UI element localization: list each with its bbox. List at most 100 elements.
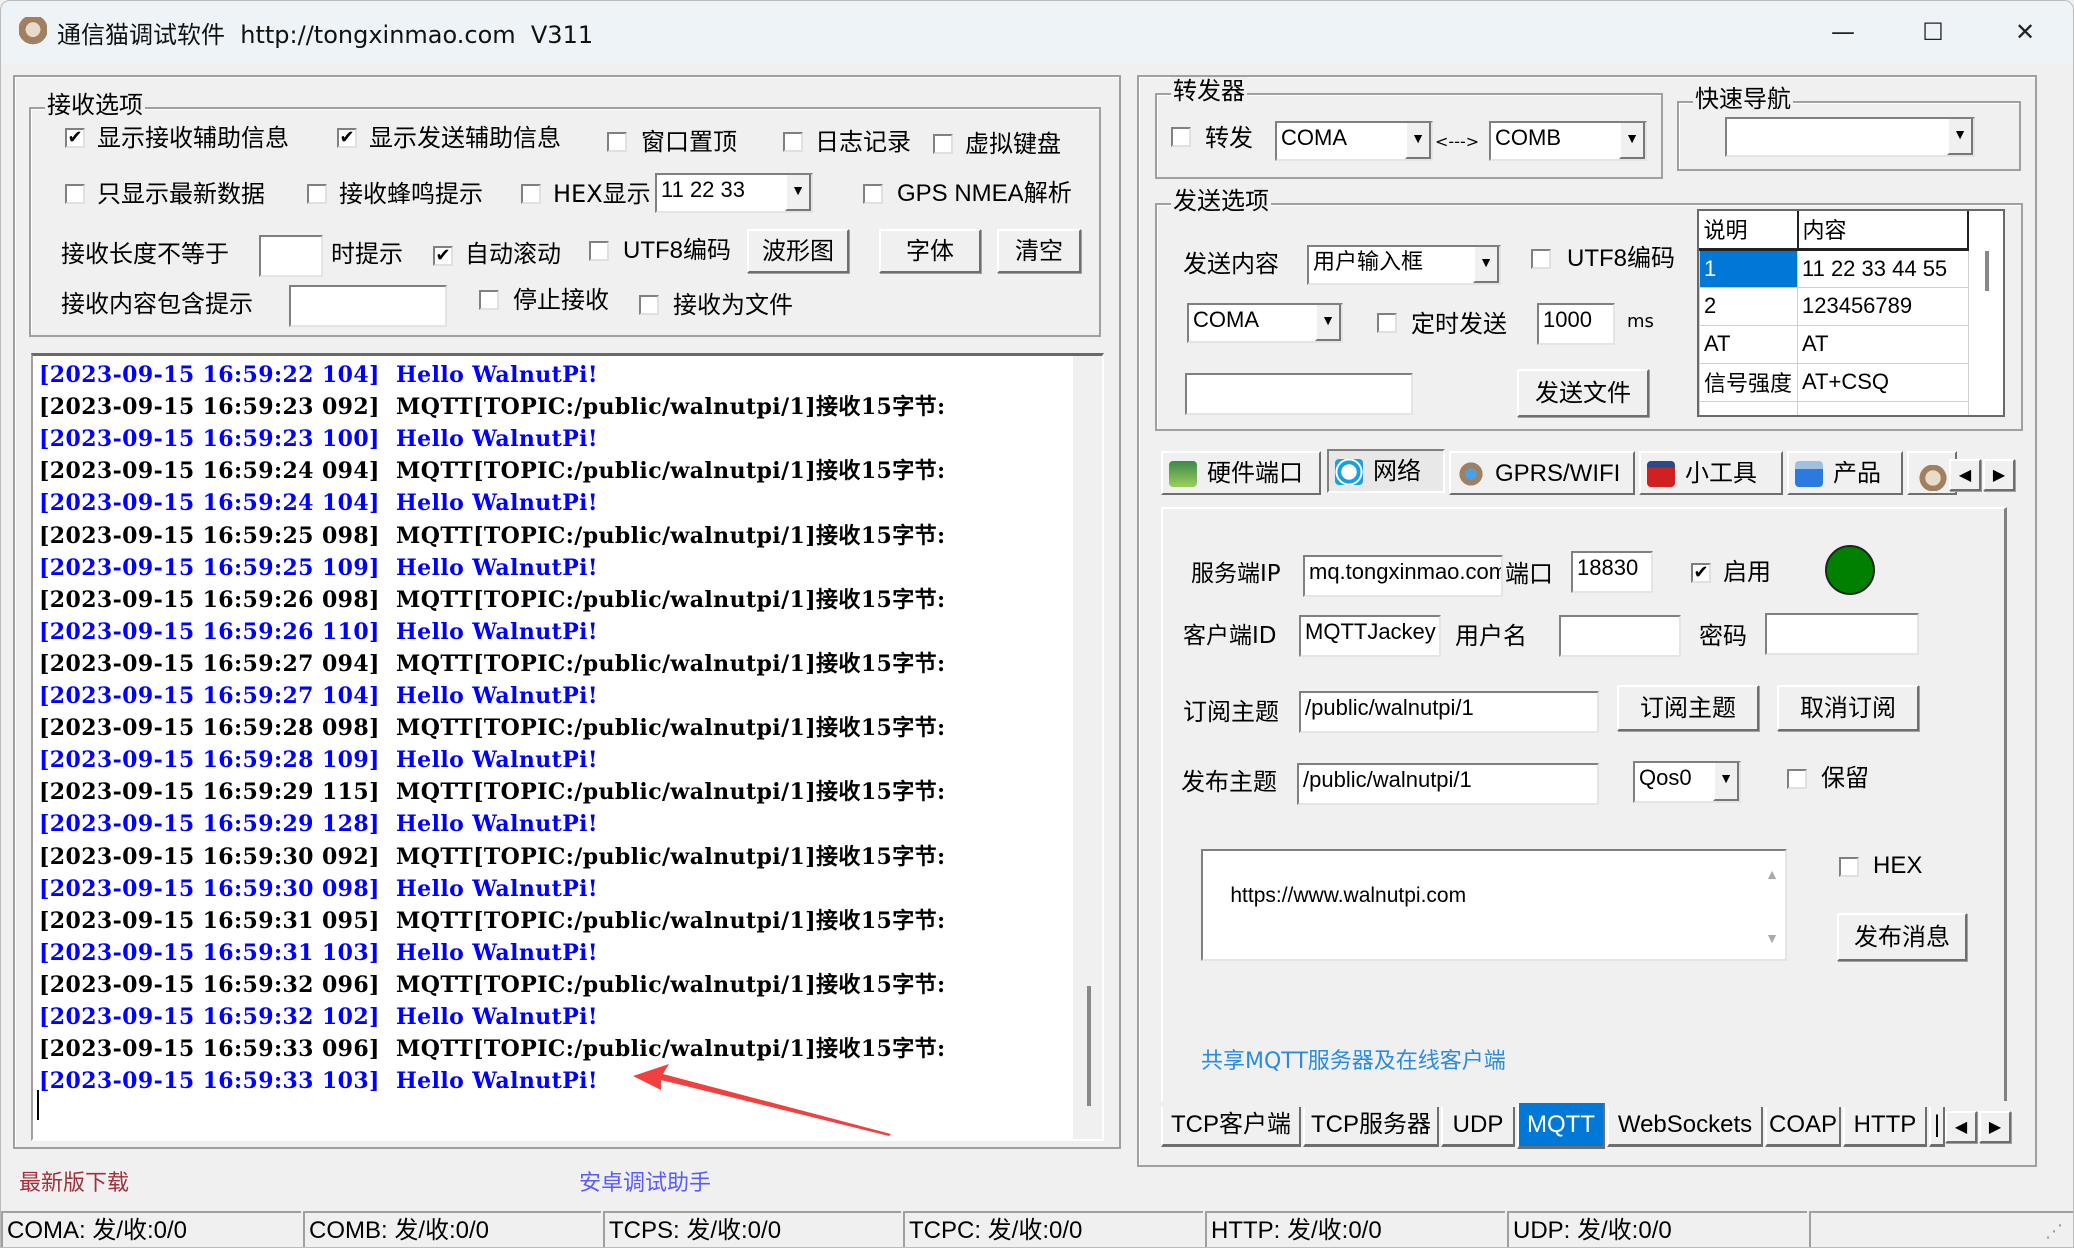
subscribe-topic-input[interactable]: /public/walnutpi/1 [1299, 691, 1599, 733]
send-file-button[interactable]: 发送文件 [1517, 369, 1649, 417]
command-desc-cell[interactable] [1699, 400, 1798, 415]
show-recv-info-checkbox[interactable]: ✔ [65, 128, 85, 148]
qos-select[interactable]: Qos0 ▼ [1633, 761, 1741, 803]
tab-hardware-card[interactable]: 硬件端口 [1161, 451, 1321, 495]
command-table-row[interactable]: 信号强度 AT+CSQ [1699, 362, 1969, 402]
window-topmost-checkbox[interactable] [607, 132, 627, 152]
bottom-tab-mqtt[interactable]: MQTT [1517, 1103, 1605, 1149]
server-ip-input[interactable]: mq.tongxinmao.com [1303, 555, 1503, 597]
subscribe-button[interactable]: 订阅主题 [1617, 685, 1759, 731]
tabs-scroll-right-button[interactable]: ▶ [1983, 459, 2015, 491]
command-content-cell[interactable]: 11 22 33 44 55 [1797, 248, 1969, 288]
command-content-cell[interactable]: AT+CSQ [1797, 362, 1969, 402]
stop-recv-checkbox[interactable] [479, 290, 499, 310]
tab-usb-product[interactable]: 产品 [1787, 451, 1903, 495]
port-input[interactable]: 18830 [1571, 551, 1653, 593]
hex-display-checkbox[interactable] [521, 184, 541, 204]
minimize-button[interactable]: — [1813, 9, 1873, 55]
hex-display-label: HEX显示 [553, 180, 651, 208]
unsubscribe-button[interactable]: 取消订阅 [1777, 685, 1919, 731]
log-timestamp: [2023-09-15 16:59:25 109] [39, 554, 380, 581]
log-line: [2023-09-15 16:59:29 128] Hello WalnutPi… [39, 809, 598, 839]
command-table-row[interactable]: AT AT [1699, 324, 1969, 364]
command-desc-cell[interactable]: 2 [1699, 286, 1798, 326]
receive-log[interactable]: [2023-09-15 16:59:22 104] Hello WalnutPi… [31, 353, 1104, 1141]
log-record-checkbox[interactable] [783, 132, 803, 152]
bottom-tabs-scroll-left-button[interactable]: ◀ [1945, 1111, 1977, 1143]
command-table-row[interactable]: 1 11 22 33 44 55 [1699, 248, 1969, 288]
bottom-tabs-scroll-right-button[interactable]: ▶ [1979, 1111, 2011, 1143]
bottom-tab-coap[interactable]: COAP [1765, 1107, 1841, 1147]
show-send-info-checkbox[interactable]: ✔ [337, 128, 357, 148]
shared-mqtt-link[interactable]: 共享MQTT服务器及在线客户端 [1201, 1047, 1506, 1077]
retain-checkbox[interactable] [1787, 769, 1807, 789]
command-content-cell[interactable]: AT [1797, 324, 1969, 364]
hex-publish-checkbox[interactable] [1839, 857, 1859, 877]
publish-button[interactable]: 发布消息 [1837, 913, 1967, 961]
bottom-tab-udp[interactable]: UDP [1441, 1107, 1515, 1147]
bottom-tab-tcp[interactable]: TCP服务器 [1303, 1107, 1439, 1147]
hex-sample-select[interactable]: 11 22 33 ▼ [655, 173, 813, 213]
forward-port-b-select[interactable]: COMB ▼ [1489, 121, 1647, 161]
recv-beep-checkbox[interactable] [307, 184, 327, 204]
bottom-tab-websockets[interactable]: WebSockets [1607, 1107, 1763, 1147]
only-latest-checkbox[interactable] [65, 184, 85, 204]
tab-toolbox[interactable]: 小工具 [1639, 451, 1783, 495]
column-header-content[interactable]: 内容 [1797, 211, 1969, 251]
scroll-up-icon[interactable]: ▲ [1765, 859, 1779, 889]
bottom-tab-tcp[interactable]: TCP客户端 [1161, 1107, 1301, 1147]
command-table-scrollbar-thumb[interactable] [1985, 251, 1989, 291]
tab-network[interactable]: 网络 [1327, 449, 1445, 493]
publish-topic-input[interactable]: /public/walnutpi/1 [1297, 763, 1599, 805]
status-cell: HTTP: 发/收:0/0 [1205, 1211, 1505, 1247]
tabs-scroll-left-button[interactable]: ◀ [1949, 459, 1981, 491]
tab-wireless[interactable]: GPRS/WIFI [1449, 451, 1635, 495]
caret-left-icon: ◀ [1954, 1117, 1968, 1136]
clear-button[interactable]: 清空 [997, 229, 1081, 273]
client-id-input[interactable]: MQTTJackey [1299, 615, 1441, 657]
command-table-row[interactable]: 2 123456789 [1699, 286, 1969, 326]
close-button[interactable]: ✕ [1995, 9, 2055, 55]
bottom-tab-http[interactable]: HTTP [1843, 1107, 1927, 1147]
scroll-down-icon[interactable]: ▼ [1765, 923, 1779, 953]
gps-nmea-checkbox[interactable] [863, 184, 883, 204]
contains-label: 接收内容包含提示 [61, 290, 253, 318]
waveform-button[interactable]: 波形图 [747, 229, 849, 273]
resize-grip-icon[interactable]: ⋰ [2045, 1221, 2063, 1242]
interval-input[interactable]: 1000 [1537, 303, 1615, 345]
utf8-recv-checkbox[interactable] [589, 241, 609, 261]
column-header-desc[interactable]: 说明 [1699, 211, 1799, 251]
send-port-select[interactable]: COMA ▼ [1187, 303, 1343, 343]
command-content-cell[interactable]: 123456789 [1797, 286, 1969, 326]
send-content-select[interactable]: 用户输入框 ▼ [1307, 245, 1501, 285]
download-latest-link[interactable]: 最新版下载 [19, 1169, 129, 1199]
maximize-button[interactable]: ☐ [1903, 9, 1963, 55]
log-scrollbar-thumb[interactable] [1087, 986, 1091, 1106]
command-desc-cell[interactable]: 信号强度 [1699, 362, 1798, 402]
password-input[interactable] [1765, 613, 1919, 655]
username-input[interactable] [1559, 615, 1681, 657]
log-scrollbar[interactable] [1073, 356, 1102, 1139]
quick-nav-select[interactable]: ▼ [1725, 117, 1975, 157]
forward-checkbox[interactable] [1171, 127, 1191, 147]
command-table-row[interactable] [1699, 400, 1969, 415]
android-helper-link[interactable]: 安卓调试助手 [579, 1169, 711, 1199]
command-desc-cell[interactable]: AT [1699, 324, 1798, 364]
len-not-equal-input[interactable] [259, 235, 323, 277]
command-desc-cell[interactable]: 1 [1699, 248, 1798, 288]
check-icon: ✔ [1693, 562, 1709, 583]
timed-send-checkbox[interactable] [1377, 313, 1397, 333]
enable-checkbox[interactable]: ✔ [1691, 563, 1711, 583]
font-button[interactable]: 字体 [879, 229, 981, 273]
command-content-cell[interactable] [1797, 400, 1969, 415]
send-file-path-input[interactable] [1185, 373, 1413, 415]
utf8-send-checkbox[interactable] [1531, 249, 1551, 269]
virtual-keyboard-checkbox[interactable] [933, 134, 953, 154]
forward-port-a-select[interactable]: COMA ▼ [1275, 121, 1433, 161]
recv-to-file-checkbox[interactable] [639, 295, 659, 315]
message-textarea[interactable]: https://www.walnutpi.com ▲ ▼ [1201, 849, 1787, 961]
bottom-tab-[interactable]: | [1929, 1107, 1945, 1147]
forward-arrow-label: <---> [1435, 132, 1480, 151]
auto-scroll-checkbox[interactable]: ✔ [433, 246, 453, 266]
contains-input[interactable] [289, 285, 447, 327]
